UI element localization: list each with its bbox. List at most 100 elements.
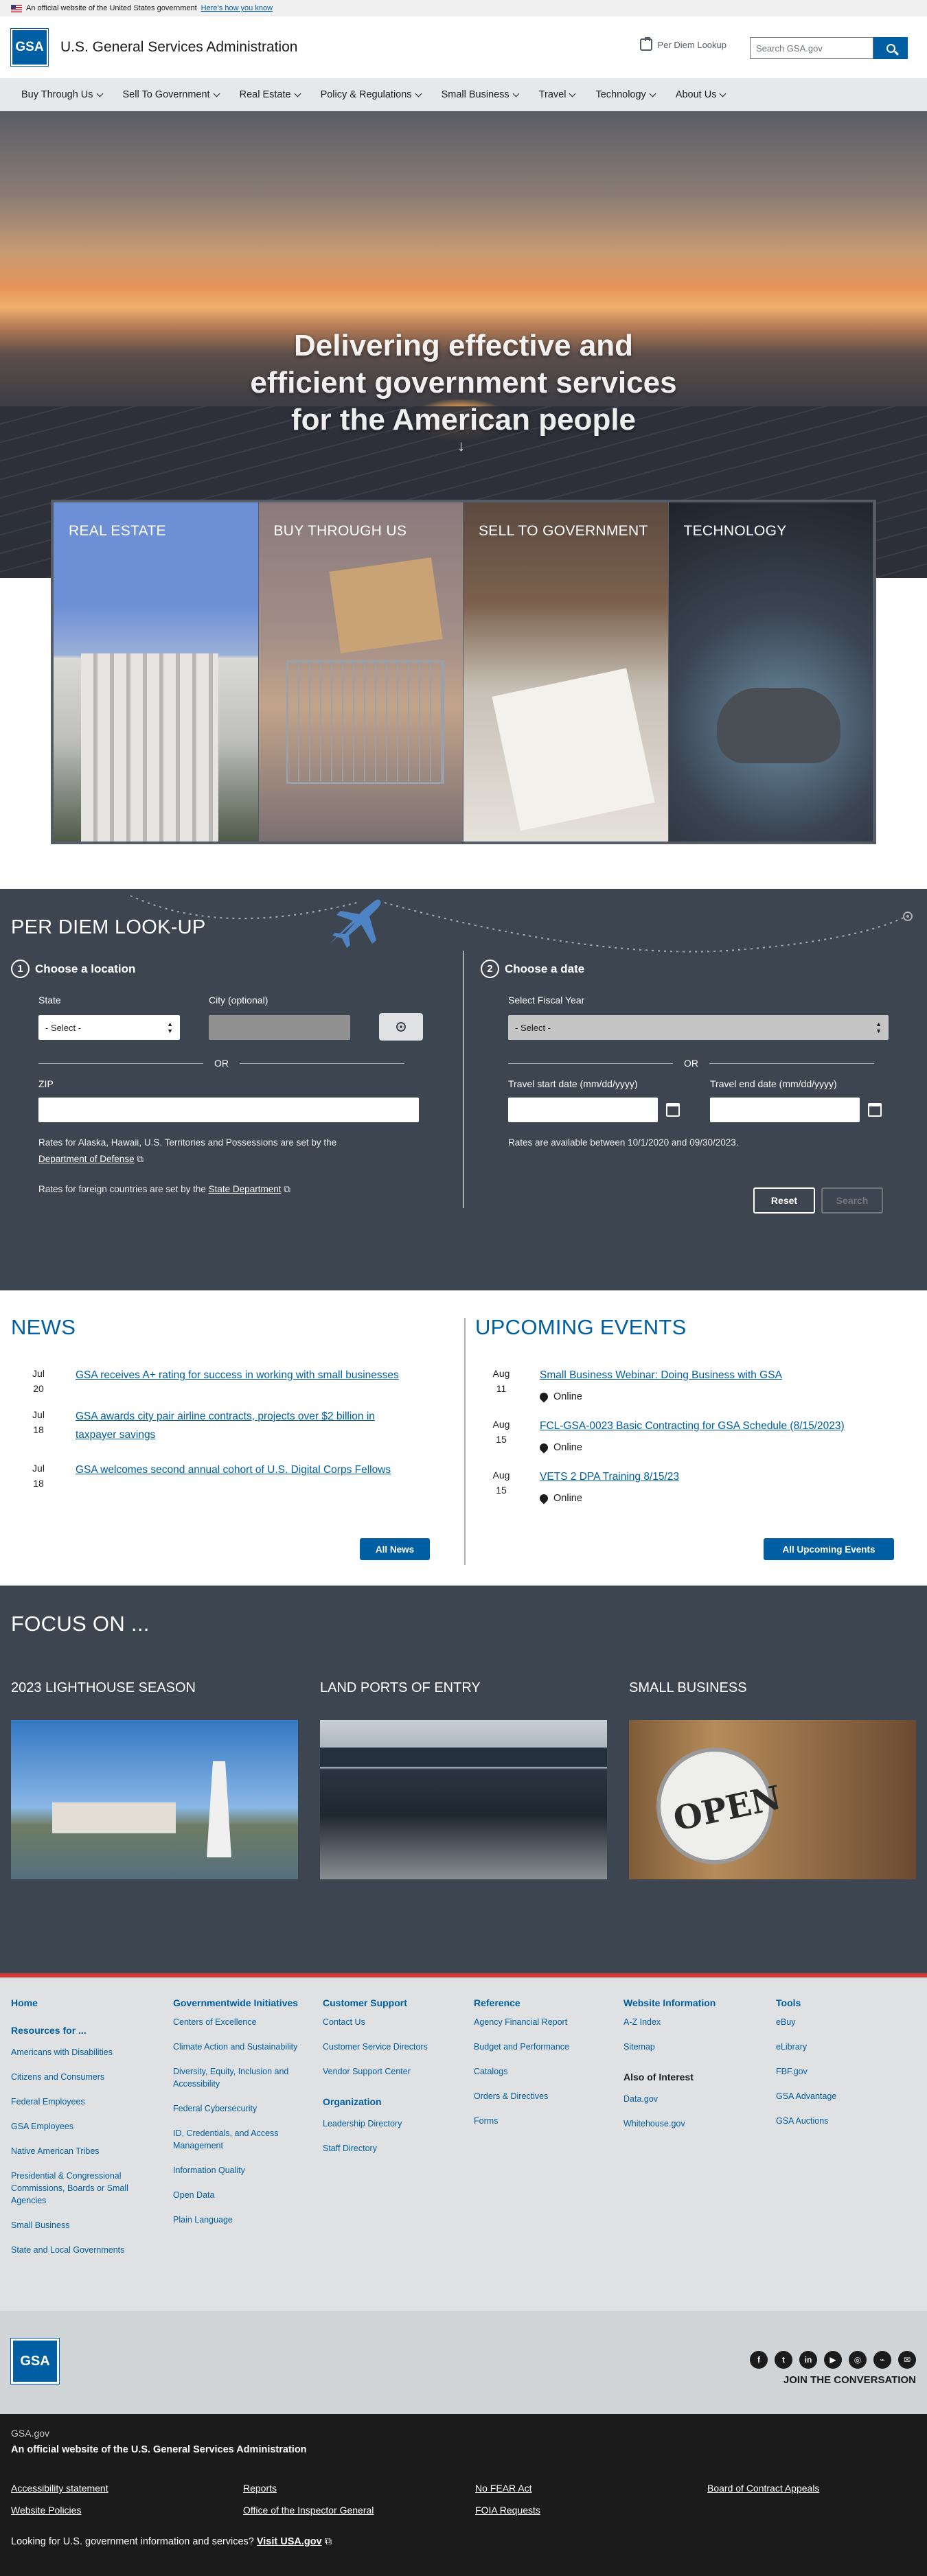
footer-link[interactable]: Diversity, Equity, Inclusion and Accessi… (173, 2065, 304, 2090)
facebook-icon[interactable]: f (750, 2351, 768, 2369)
news-link[interactable]: GSA welcomes second annual cohort of U.S… (76, 1464, 391, 1476)
footer-link[interactable]: Whitehouse.gov (623, 2117, 754, 2130)
all-events-button[interactable]: All Upcoming Events (764, 1538, 894, 1560)
footer-link[interactable]: Native American Tribes (11, 2145, 148, 2157)
nav-buy-through-us[interactable]: Buy Through Us (11, 89, 113, 100)
news-link[interactable]: GSA receives A+ rating for success in wo… (76, 1369, 399, 1381)
nav-real-estate[interactable]: Real Estate (229, 89, 310, 100)
footer-link[interactable]: Agency Financial Report (474, 2016, 604, 2028)
footer-col-tools: Tools eBuy eLibrary FBF.gov GSA Advantag… (776, 1997, 906, 2139)
footer-link[interactable]: ID, Credentials, and Access Management (173, 2127, 304, 2152)
nav-sell-to-government[interactable]: Sell To Government (113, 89, 229, 100)
instagram-icon[interactable]: ◎ (849, 2351, 867, 2369)
usa-gov-link[interactable]: Visit USA.gov (257, 2536, 322, 2547)
calendar-icon[interactable] (666, 1103, 680, 1117)
city-input[interactable] (209, 1015, 350, 1040)
event-link[interactable]: VETS 2 DPA Training 8/15/23 (540, 1471, 679, 1483)
nav-technology[interactable]: Technology (585, 89, 665, 100)
news-link[interactable]: GSA awards city pair airline contracts, … (76, 1407, 433, 1444)
footer-link[interactable]: Presidential & Congressional Commissions… (11, 2170, 148, 2207)
dod-link[interactable]: Department of Defense (38, 1154, 135, 1164)
footer-home-link[interactable]: Home (11, 1997, 148, 2009)
end-date-input[interactable] (710, 1098, 860, 1122)
scroll-down-arrow-icon[interactable]: ↓ (457, 437, 465, 455)
footer-link[interactable]: Leadership Directory (323, 2117, 453, 2130)
footer-heading[interactable]: Reference (474, 1997, 604, 2009)
identifier-link[interactable]: No FEAR Act (475, 2483, 531, 2494)
email-icon[interactable]: ✉ (898, 2351, 916, 2369)
card-buy-through-us[interactable]: BUY THROUGH US (258, 502, 464, 842)
footer-link[interactable]: Sitemap (623, 2041, 754, 2053)
footer-link[interactable]: Open Data (173, 2189, 304, 2201)
footer-link[interactable]: GSA Auctions (776, 2115, 906, 2127)
footer-link[interactable]: Citizens and Consumers (11, 2071, 148, 2083)
footer-heading: Also of Interest (623, 2072, 694, 2082)
footer-link[interactable]: Vendor Support Center (323, 2065, 453, 2078)
identifier-link[interactable]: Office of the Inspector General (243, 2505, 374, 2516)
gsa-footer-logo[interactable]: GSA (10, 2338, 60, 2384)
nav-travel[interactable]: Travel (529, 89, 586, 100)
footer-link[interactable]: Centers of Excellence (173, 2016, 304, 2028)
identifier-link[interactable]: Reports (243, 2483, 277, 2494)
event-link[interactable]: FCL-GSA-0023 Basic Contracting for GSA S… (540, 1420, 845, 1432)
footer-link[interactable]: State and Local Governments (11, 2244, 148, 2256)
footer-link[interactable]: Staff Directory (323, 2142, 453, 2155)
twitter-icon[interactable]: t (775, 2351, 792, 2369)
footer-link[interactable]: Budget and Performance (474, 2041, 604, 2053)
identifier-link[interactable]: Website Policies (11, 2505, 81, 2516)
fiscal-year-select[interactable]: - Select - ▲ ▼ (508, 1015, 889, 1040)
footer-link[interactable]: GSA Advantage (776, 2090, 906, 2102)
footer-link[interactable]: Climate Action and Sustainability (173, 2041, 304, 2053)
card-technology[interactable]: TECHNOLOGY (668, 502, 873, 842)
nav-about-us[interactable]: About Us (665, 89, 736, 100)
banner-link[interactable]: Here’s how you know (201, 4, 273, 12)
gsa-logo[interactable]: GSA (10, 28, 49, 67)
use-my-location-button[interactable] (379, 1013, 423, 1041)
footer-link[interactable]: Federal Cybersecurity (173, 2102, 304, 2115)
footer-heading[interactable]: Governmentwide Initiatives (173, 1997, 304, 2009)
state-dept-link[interactable]: State Department (209, 1184, 282, 1194)
footer-link[interactable]: Plain Language (173, 2214, 304, 2226)
footer-link[interactable]: Customer Service Directors (323, 2041, 453, 2053)
footer-link[interactable]: Forms (474, 2115, 604, 2127)
agency-name[interactable]: U.S. General Services Administration (60, 39, 297, 56)
footer-heading[interactable]: Customer Support (323, 1997, 453, 2009)
footer-link[interactable]: Information Quality (173, 2164, 304, 2177)
footer-link[interactable]: eLibrary (776, 2041, 906, 2053)
event-link[interactable]: Small Business Webinar: Doing Business w… (540, 1369, 782, 1381)
all-news-button[interactable]: All News (360, 1538, 430, 1560)
identifier-link[interactable]: Board of Contract Appeals (707, 2483, 819, 2494)
footer-link[interactable]: Americans with Disabilities (11, 2046, 148, 2058)
footer-link[interactable]: Data.gov (623, 2093, 754, 2105)
search-input[interactable]: Search GSA.gov (750, 37, 873, 59)
card-sell-to-government[interactable]: SELL TO GOVERNMENT (464, 502, 669, 842)
youtube-icon[interactable]: ▶ (824, 2351, 842, 2369)
footer-link[interactable]: eBuy (776, 2016, 906, 2028)
per-diem-lookup-link[interactable]: Per Diem Lookup (639, 37, 726, 51)
linkedin-icon[interactable]: in (799, 2351, 817, 2369)
footer-heading[interactable]: Website Information (623, 1997, 754, 2009)
identifier-link[interactable]: FOIA Requests (475, 2505, 540, 2516)
footer-link[interactable]: Federal Employees (11, 2096, 148, 2108)
zip-input[interactable] (38, 1098, 419, 1122)
calendar-icon[interactable] (868, 1103, 882, 1117)
rss-icon[interactable]: ⌁ (873, 2351, 891, 2369)
search-button[interactable] (873, 37, 908, 59)
start-date-input[interactable] (508, 1098, 658, 1122)
nav-small-business[interactable]: Small Business (431, 89, 529, 100)
search-submit-button[interactable]: Search (821, 1187, 883, 1214)
card-real-estate[interactable]: REAL ESTATE (54, 502, 259, 842)
footer-heading[interactable]: Tools (776, 1997, 906, 2009)
footer-link[interactable]: GSA Employees (11, 2120, 148, 2133)
footer-link[interactable]: A-Z Index (623, 2016, 754, 2028)
footer-link[interactable]: Catalogs (474, 2065, 604, 2078)
footer-link[interactable]: FBF.gov (776, 2065, 906, 2078)
state-select[interactable]: - Select - ▲ ▼ (38, 1015, 180, 1040)
footer-link[interactable]: Small Business (11, 2219, 148, 2231)
footer-link[interactable]: Orders & Directives (474, 2090, 604, 2102)
nav-policy-regulations[interactable]: Policy & Regulations (310, 89, 431, 100)
reset-button[interactable]: Reset (753, 1187, 815, 1214)
card-title: BUY THROUGH US (273, 523, 407, 539)
footer-link[interactable]: Contact Us (323, 2016, 453, 2028)
identifier-link[interactable]: Accessibility statement (11, 2483, 108, 2494)
